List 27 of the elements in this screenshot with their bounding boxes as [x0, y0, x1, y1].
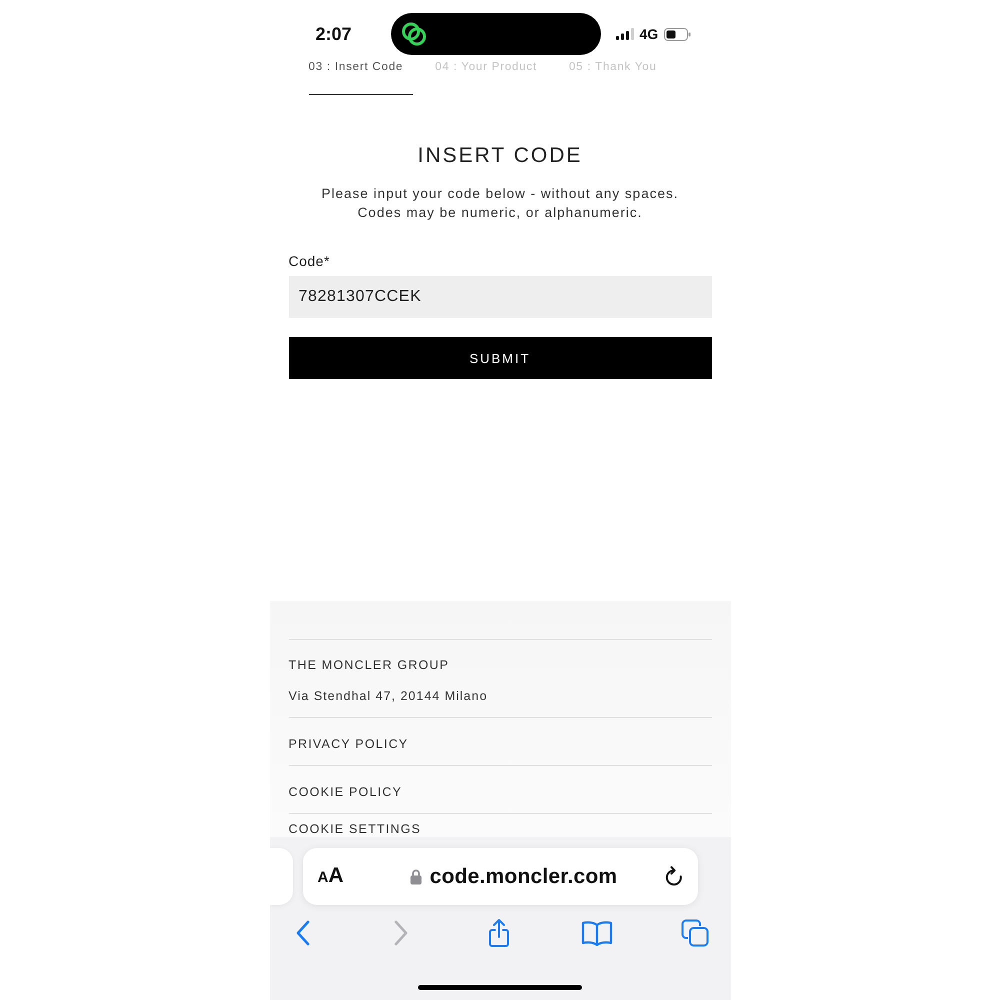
reload-button[interactable] [664, 866, 684, 888]
book-icon [580, 920, 612, 946]
address-bar[interactable]: AA code.moncler.com [302, 848, 698, 905]
footer-link[interactable]: COOKIE POLICY [288, 784, 402, 800]
link-icon [400, 20, 428, 48]
status-time: 2:07 [316, 23, 352, 45]
submit-button[interactable]: SUBMIT [288, 337, 712, 379]
page-title: INSERT CODE [418, 143, 582, 169]
code-label: Code* [288, 252, 330, 270]
chevron-right-icon [392, 920, 408, 946]
share-icon [486, 918, 510, 948]
tabs-icon [680, 919, 708, 947]
lock-icon [410, 868, 422, 884]
step-tab[interactable]: 03 : Insert Code [308, 56, 414, 95]
footer-link[interactable]: PRIVACY POLICY [288, 736, 408, 752]
company-name: THE MONCLER GROUP [288, 657, 450, 673]
footer-link[interactable]: COOKIE SETTINGS [288, 821, 422, 837]
url-text[interactable]: code.moncler.com [430, 864, 618, 890]
chevron-left-icon [294, 920, 310, 946]
text-size-button[interactable]: AA [318, 864, 344, 890]
network-label: 4G [640, 26, 658, 42]
battery-icon [664, 28, 692, 40]
signal-icon [616, 28, 634, 40]
reload-icon [664, 866, 684, 888]
company-address: Via Stendhal 47, 20144 Milano [288, 688, 488, 704]
instructions-text: Please input your code below - without any spaces. Codes may be numeric, or alphanumeric. [322, 185, 678, 222]
code-input[interactable]: 78281307CCEK [288, 276, 712, 318]
